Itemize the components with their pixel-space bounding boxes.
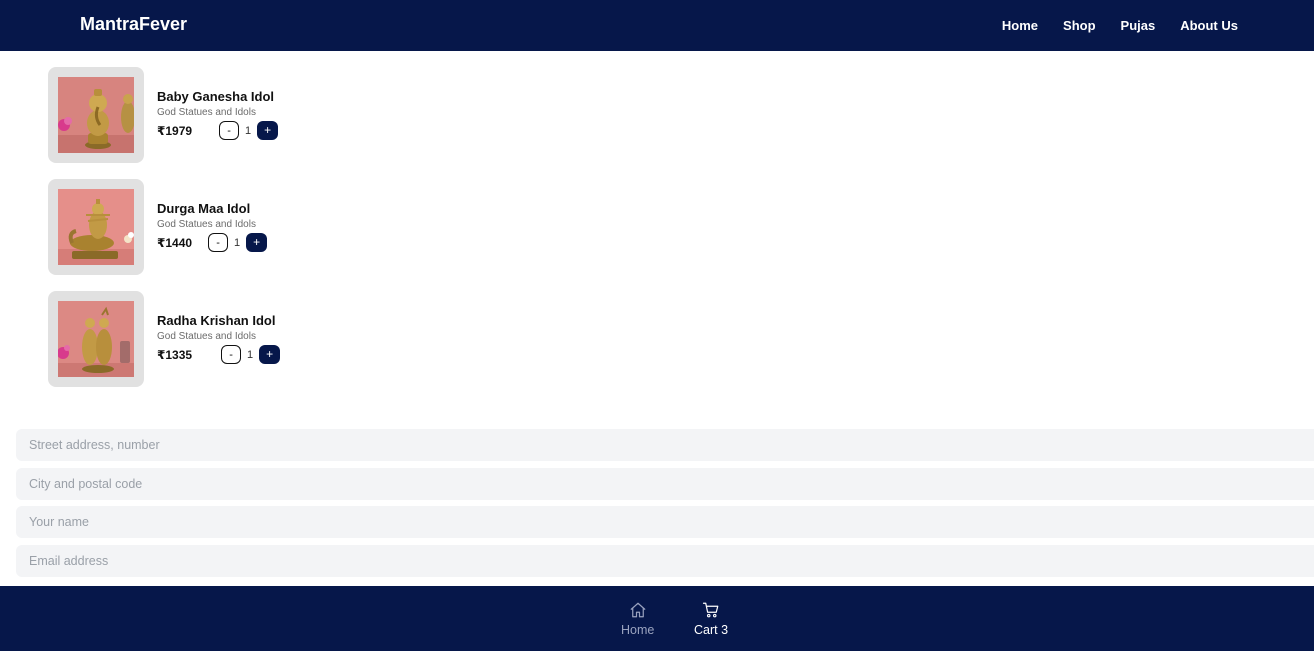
decrease-quantity-button[interactable]: - — [221, 345, 242, 364]
product-category: God Statues and Idols — [157, 107, 256, 118]
cart-item-info: Radha Krishan Idol God Statues and Idols… — [157, 313, 281, 364]
cart-item-info: Baby Ganesha Idol God Statues and Idols … — [157, 89, 279, 140]
increase-quantity-button[interactable]: + — [259, 345, 281, 364]
durga-idol-picture — [58, 189, 134, 265]
nav-link-shop[interactable]: Shop — [1063, 18, 1096, 33]
product-image-frame — [48, 291, 144, 387]
quantity-stepper: - 1 + — [221, 345, 281, 364]
nav-link-about-us[interactable]: About Us — [1180, 18, 1238, 33]
quantity-stepper: - 1 + — [208, 233, 268, 252]
product-image-frame — [48, 179, 144, 275]
home-icon — [630, 602, 646, 618]
product-category: God Statues and Idols — [157, 331, 256, 342]
durga-idol-image[interactable] — [58, 189, 134, 265]
price-qty-row: ₹1440 - 1 + — [157, 233, 268, 252]
price-qty-row: ₹1335 - 1 + — [157, 345, 281, 364]
quantity-value: 1 — [247, 348, 254, 361]
quantity-value: 1 — [234, 236, 241, 249]
cart-item: Baby Ganesha Idol God Statues and Idols … — [48, 67, 448, 179]
ganesha-idol-image[interactable] — [58, 77, 134, 153]
nav-link-home[interactable]: Home — [1002, 18, 1038, 33]
price-qty-row: ₹1979 - 1 + — [157, 121, 279, 140]
product-title[interactable]: Radha Krishan Idol — [157, 313, 280, 328]
main-nav: Home Shop Pujas About Us — [1002, 18, 1238, 33]
street-address-input[interactable] — [16, 429, 1314, 461]
bottom-navbar: Home Cart 3 — [0, 586, 1314, 651]
top-navbar: MantraFever Home Shop Pujas About Us — [0, 0, 1314, 51]
radha-krishan-idol-image[interactable] — [58, 301, 134, 377]
bottom-tab-home[interactable]: Home — [621, 601, 654, 637]
quantity-stepper: - 1 + — [219, 121, 279, 140]
email-address-input[interactable] — [16, 544, 1314, 577]
brand-logo[interactable]: MantraFever — [80, 14, 187, 35]
decrease-quantity-button[interactable]: - — [219, 121, 240, 140]
nav-link-pujas[interactable]: Pujas — [1121, 18, 1156, 33]
bottom-tab-cart[interactable]: Cart 3 — [694, 601, 728, 637]
product-category: God Statues and Idols — [157, 219, 256, 230]
decrease-quantity-button[interactable]: - — [208, 233, 229, 252]
cart-item-info: Durga Maa Idol God Statues and Idols ₹14… — [157, 201, 268, 252]
cart-item: Radha Krishan Idol God Statues and Idols… — [48, 291, 448, 403]
product-title[interactable]: Baby Ganesha Idol — [157, 89, 278, 104]
cart-tab-label: Cart 3 — [694, 623, 729, 637]
ganesha-idol-picture — [58, 77, 134, 153]
cart-items-list: Baby Ganesha Idol God Statues and Idols … — [48, 67, 448, 403]
product-price: ₹1440 — [157, 235, 193, 250]
product-image-frame — [48, 67, 144, 163]
quantity-value: 1 — [245, 124, 252, 137]
product-price: ₹1979 — [157, 123, 193, 138]
checkout-form — [16, 429, 1314, 583]
cart-icon — [702, 602, 719, 618]
city-postal-code-input[interactable] — [16, 467, 1314, 500]
product-price: ₹1335 — [157, 347, 193, 362]
increase-quantity-button[interactable]: + — [246, 233, 268, 252]
your-name-input[interactable] — [16, 506, 1314, 538]
radha-krishan-idol-picture — [58, 301, 134, 377]
home-tab-label: Home — [621, 623, 655, 637]
product-title[interactable]: Durga Maa Idol — [157, 201, 267, 216]
increase-quantity-button[interactable]: + — [257, 121, 279, 140]
cart-item: Durga Maa Idol God Statues and Idols ₹14… — [48, 179, 448, 291]
